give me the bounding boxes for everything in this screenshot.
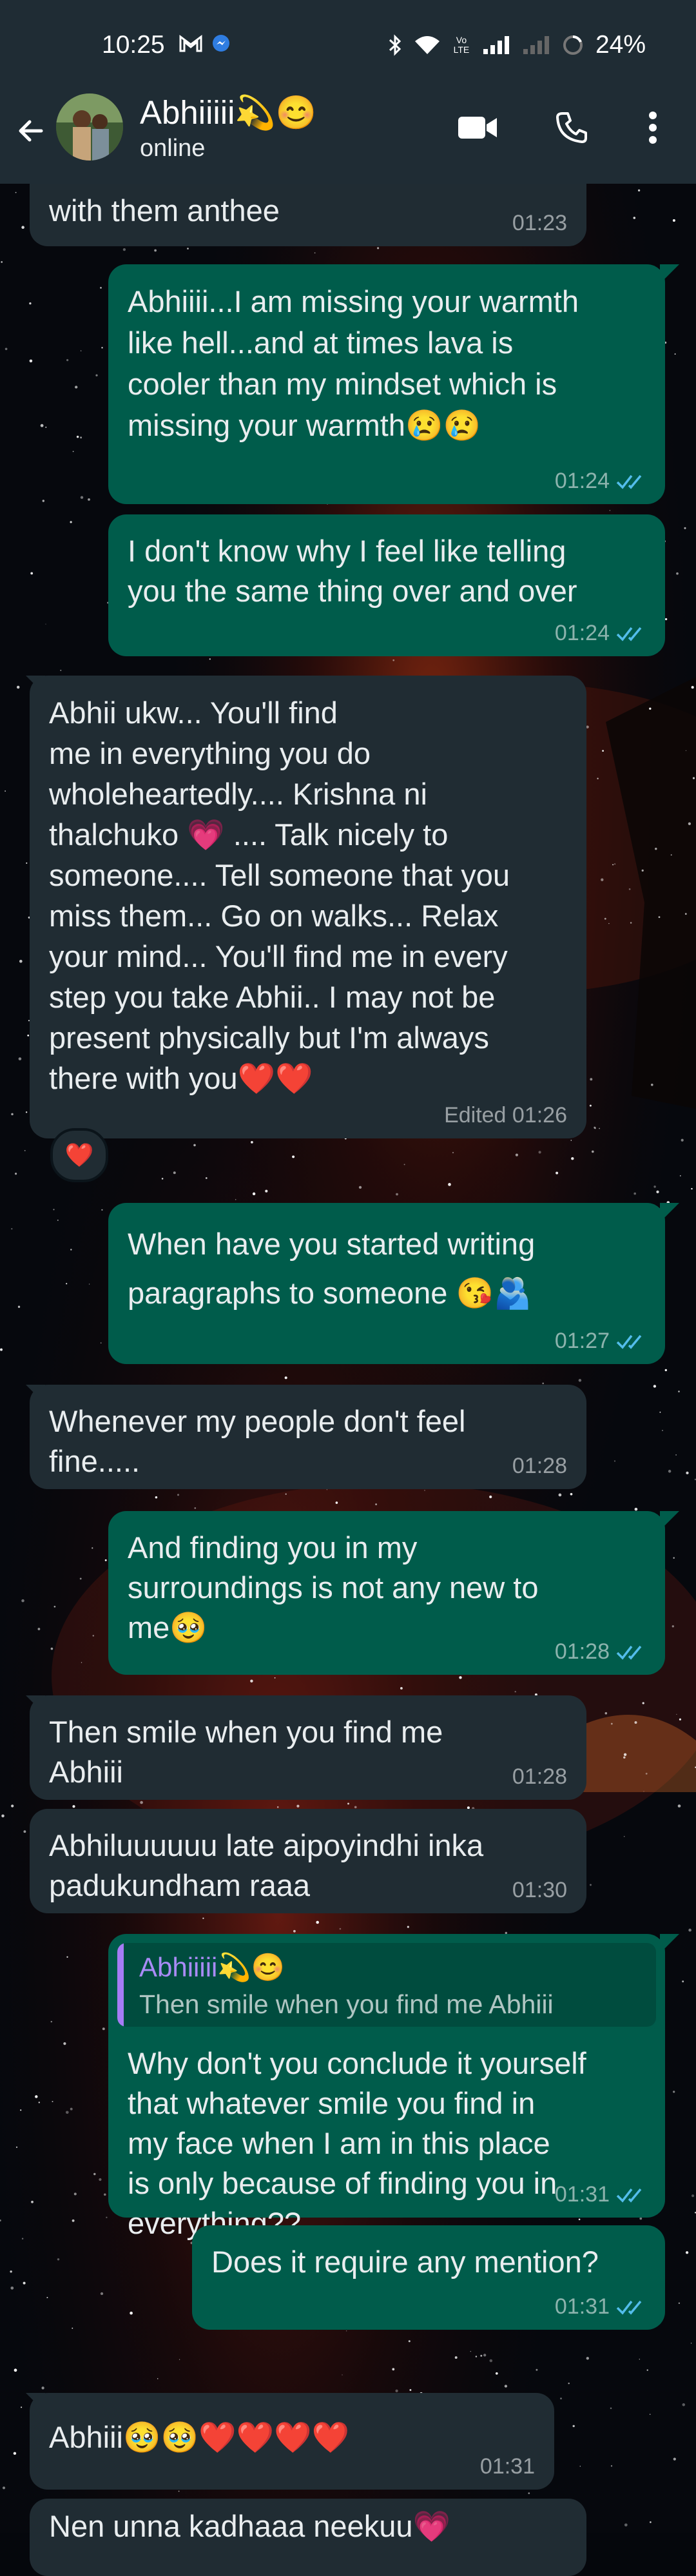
message-time: 01:24 <box>554 469 610 493</box>
wifi-icon <box>414 36 440 54</box>
message-text: I don't know why I feel like telling you… <box>128 534 577 608</box>
message-time: Edited 01:26 <box>444 1103 567 1127</box>
message-meta: 01:28 <box>555 1639 646 1664</box>
message-meta: 01:24 <box>555 469 646 494</box>
message-text: Abhiii🥹🥹❤️❤️❤️❤️ <box>49 2420 350 2454</box>
message-text: When have you started writing paragraphs… <box>128 1227 536 1310</box>
message-meta: 01:24 <box>555 621 646 646</box>
message-incoming[interactable]: Abhiluuuuuu late aipoyindhi inka padukun… <box>30 1809 586 1913</box>
read-ticks-icon <box>616 2300 642 2315</box>
message-time: 01:31 <box>554 2294 610 2319</box>
more-options-button[interactable] <box>630 105 675 150</box>
message-meta: 01:30 <box>512 1878 567 1903</box>
message-meta: 01:23 <box>512 211 567 236</box>
message-text: Abhiluuuuuu late aipoyindhi inka padukun… <box>49 1828 484 1902</box>
message-text: with them anthee <box>49 193 280 228</box>
message-meta: 01:31 <box>555 2294 646 2319</box>
read-ticks-icon <box>616 2188 642 2203</box>
messenger-icon <box>213 35 229 52</box>
message-text: Abhii ukw... You'll find me in everythin… <box>49 696 510 1095</box>
contact-status: online <box>140 135 206 162</box>
message-text: Nen unna kadhaaa neekuu💗 <box>49 2509 451 2543</box>
message-incoming[interactable]: Nen unna kadhaaa neekuu💗 <box>30 2499 586 2576</box>
message-time: 01:28 <box>554 1639 610 1664</box>
volte-label: Vo LTE <box>453 35 470 55</box>
message-meta: 01:28 <box>512 1454 567 1479</box>
message-time: 01:27 <box>554 1329 610 1353</box>
signal-2-icon <box>523 36 549 54</box>
back-button[interactable] <box>12 112 50 150</box>
voice-call-button[interactable] <box>549 105 594 150</box>
more-vertical-icon <box>649 112 657 144</box>
battery-icon <box>563 35 583 55</box>
back-arrow-icon <box>19 120 43 142</box>
bluetooth-icon <box>389 34 401 56</box>
message-outgoing[interactable]: And finding you in my surroundings is no… <box>108 1511 665 1675</box>
message-outgoing[interactable]: Abhiiii...I am missing your warmth like … <box>108 264 665 504</box>
read-ticks-icon <box>616 1334 642 1349</box>
status-bar: 10:25 Vo LTE 24% <box>0 0 696 93</box>
phone-icon <box>556 112 587 143</box>
avatar-photo <box>56 93 123 161</box>
read-ticks-icon <box>616 1645 642 1660</box>
message-incoming[interactable]: Whenever my people don't feel fine..... … <box>30 1385 586 1489</box>
message-time: 01:31 <box>479 2454 535 2479</box>
gmail-icon <box>179 35 202 52</box>
quoted-text: Then smile when you find me Abhiii <box>139 1989 554 2019</box>
message-meta: Edited 01:26 <box>444 1103 567 1128</box>
battery-percent: 24% <box>595 31 646 59</box>
message-time: 01:28 <box>512 1764 567 1789</box>
contact-avatar[interactable] <box>56 93 123 161</box>
message-incoming[interactable]: Abhiii🥹🥹❤️❤️❤️❤️ 01:31 <box>30 2393 554 2490</box>
message-text: And finding you in my surroundings is no… <box>128 1530 539 1644</box>
message-text: Abhiiii...I am missing your warmth like … <box>128 284 579 442</box>
read-ticks-icon <box>616 474 642 489</box>
quote-accent-bar <box>117 1943 124 2027</box>
video-call-icon <box>458 117 497 139</box>
message-reaction[interactable]: ❤️ <box>50 1128 108 1182</box>
message-time: 01:30 <box>512 1878 567 1902</box>
message-meta: 01:28 <box>512 1764 567 1790</box>
message-outgoing[interactable]: When have you started writing paragraphs… <box>108 1203 665 1364</box>
message-meta: 01:27 <box>555 1329 646 1354</box>
message-meta: 01:31 <box>555 2182 646 2207</box>
chat-header: Abhiiiii💫😊 online <box>0 93 696 184</box>
message-time: 01:31 <box>554 2182 610 2207</box>
message-time: 01:28 <box>512 1454 567 1478</box>
contact-name[interactable]: Abhiiiii💫😊 <box>140 93 316 132</box>
message-text: Then smile when you find me Abhiii <box>49 1715 443 1789</box>
video-call-button[interactable] <box>455 105 500 150</box>
status-time: 10:25 <box>102 31 165 59</box>
message-text: Whenever my people don't feel fine..... <box>49 1404 466 1478</box>
quoted-message[interactable]: Abhiiiii💫😊 Then smile when you find me A… <box>117 1943 656 2027</box>
message-time: 01:24 <box>554 621 610 645</box>
signal-icon <box>483 36 509 54</box>
message-incoming[interactable]: Then smile when you find me Abhiii 01:28 <box>30 1695 586 1800</box>
read-ticks-icon <box>616 627 642 641</box>
notification-icons <box>179 34 231 53</box>
quoted-sender: Abhiiiii💫😊 <box>139 1952 285 1982</box>
message-outgoing[interactable]: I don't know why I feel like telling you… <box>108 514 665 656</box>
message-outgoing-reply[interactable]: Abhiiiii💫😊 Then smile when you find me A… <box>108 1934 665 2240</box>
message-text: Does it require any mention? <box>211 2245 599 2279</box>
message-incoming[interactable]: Abhii ukw... You'll find me in everythin… <box>30 676 586 1138</box>
system-indicators: Vo LTE 24% <box>388 31 646 59</box>
message-meta: 01:31 <box>480 2454 535 2479</box>
reaction-emoji: ❤️ <box>64 1142 94 1169</box>
message-outgoing[interactable]: Does it require any mention? 01:31 <box>192 2225 665 2330</box>
message-text: Why don't you conclude it yourself that … <box>128 2046 586 2240</box>
message-time: 01:23 <box>512 211 567 235</box>
